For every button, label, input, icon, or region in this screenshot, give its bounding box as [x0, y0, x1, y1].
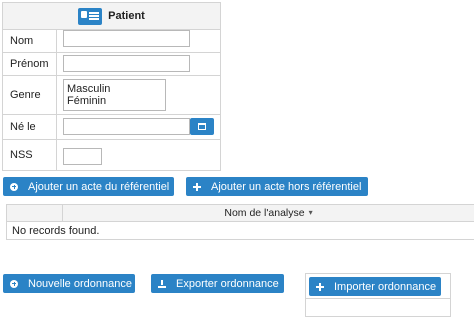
nss-row: NSS — [2, 140, 221, 171]
sort-icon[interactable]: ▾ — [309, 209, 313, 217]
add-referentiel-label: Ajouter un acte du référentiel — [28, 180, 170, 193]
nss-label: NSS — [3, 140, 57, 170]
selection-column-header — [7, 205, 63, 221]
import-panel-divider — [306, 298, 450, 299]
patient-card-icon — [78, 7, 103, 25]
plus-icon — [193, 182, 201, 191]
genre-label: Genre — [3, 76, 57, 114]
plus-circle-icon — [10, 279, 18, 288]
nom-input[interactable] — [63, 30, 190, 47]
nom-row: Nom — [2, 30, 221, 53]
export-ordonnance-label: Exporter ordonnance — [176, 277, 279, 290]
add-referentiel-button[interactable]: Ajouter un acte du référentiel — [3, 177, 174, 196]
nom-label: Nom — [3, 30, 57, 52]
new-ordonnance-label: Nouvelle ordonnance — [28, 277, 132, 290]
analysis-name-column-label: Nom de l'analyse — [224, 207, 305, 219]
add-hors-referentiel-button[interactable]: Ajouter un acte hors référentiel — [186, 177, 368, 196]
analysis-grid: Nom de l'analyse ▾ No records found. — [6, 204, 474, 240]
analysis-name-column-header[interactable]: Nom de l'analyse ▾ — [63, 205, 474, 221]
genre-listbox[interactable]: Masculin Féminin — [63, 79, 166, 111]
nss-input[interactable] — [63, 148, 102, 165]
genre-option-masculin[interactable]: Masculin — [67, 83, 162, 95]
export-ordonnance-button[interactable]: Exporter ordonnance — [151, 274, 284, 293]
analysis-grid-empty-message: No records found. — [12, 225, 100, 237]
add-hors-referentiel-label: Ajouter un acte hors référentiel — [211, 180, 362, 193]
date-naissance-input[interactable] — [63, 118, 190, 135]
calendar-icon — [198, 123, 206, 130]
prenom-row: Prénom — [2, 53, 221, 76]
prenom-label: Prénom — [3, 53, 57, 75]
import-ordonnance-button[interactable]: Importer ordonnance — [309, 277, 441, 296]
genre-row: Genre Masculin Féminin — [2, 76, 221, 115]
patient-panel-title: Patient — [108, 10, 145, 22]
new-ordonnance-button[interactable]: Nouvelle ordonnance — [3, 274, 135, 293]
prenom-input[interactable] — [63, 55, 190, 72]
patient-panel-header: Patient — [2, 2, 221, 30]
genre-option-feminin[interactable]: Féminin — [67, 95, 162, 107]
ne-le-row: Né le — [2, 115, 221, 140]
ne-le-label: Né le — [3, 115, 57, 139]
download-icon — [158, 279, 166, 288]
import-ordonnance-label: Importer ordonnance — [334, 280, 437, 293]
calendar-button[interactable] — [190, 118, 214, 135]
plus-icon — [316, 282, 324, 291]
plus-circle-icon — [10, 182, 18, 191]
analysis-grid-header: Nom de l'analyse ▾ — [7, 205, 474, 222]
